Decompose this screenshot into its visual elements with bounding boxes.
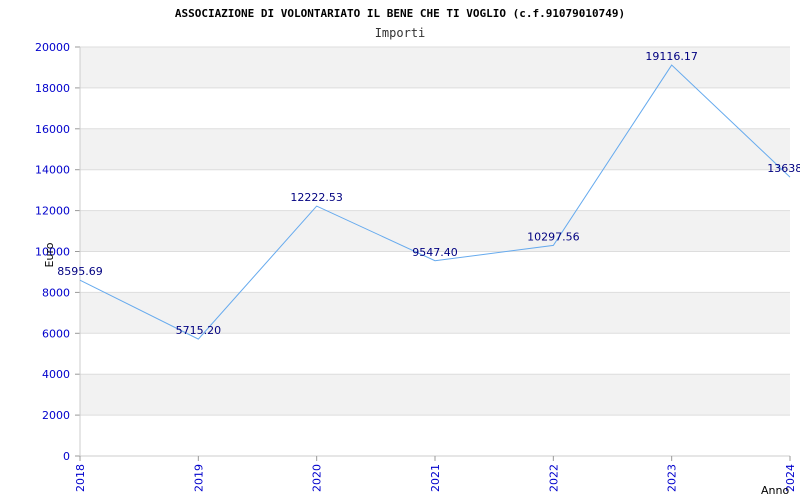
grid-band <box>80 87 790 129</box>
x-tick-label: 2021 <box>429 464 442 492</box>
x-tick-label: 2018 <box>74 464 87 492</box>
y-tick-label: 16000 <box>35 123 70 136</box>
data-label: 9547.40 <box>412 246 458 259</box>
x-tick-label: 2023 <box>666 464 679 492</box>
grid-band <box>80 128 790 170</box>
x-axis-label: Anno <box>761 484 789 497</box>
y-tick-label: 2000 <box>42 409 70 422</box>
y-tick-label: 8000 <box>42 286 70 299</box>
grid-band <box>80 169 790 211</box>
data-label: 13638.7 <box>767 162 800 175</box>
x-tick-labels: 2018 2019 2020 2021 2022 2023 2024 <box>74 456 797 492</box>
x-tick-label: 2022 <box>547 464 560 492</box>
y-axis-label: Euro <box>43 242 56 267</box>
y-tick-label: 20000 <box>35 41 70 54</box>
x-tick-label: 2020 <box>311 464 324 492</box>
y-tick-label: 12000 <box>35 205 70 218</box>
grid-band <box>80 333 790 375</box>
data-label: 10297.56 <box>527 230 580 243</box>
y-tick-label: 6000 <box>42 327 70 340</box>
data-label: 12222.53 <box>290 191 343 204</box>
grid-band <box>80 415 790 456</box>
chart-title: ASSOCIAZIONE DI VOLONTARIATO IL BENE CHE… <box>175 7 625 20</box>
y-tick-label: 0 <box>63 450 70 463</box>
data-label: 5715.20 <box>176 324 222 337</box>
chart-subtitle: Importi <box>375 26 426 40</box>
line-chart: ASSOCIAZIONE DI VOLONTARIATO IL BENE CHE… <box>35 7 800 497</box>
y-tick-label: 4000 <box>42 368 70 381</box>
y-tick-label: 14000 <box>35 164 70 177</box>
x-tick-label: 2019 <box>192 464 205 492</box>
grid-band <box>80 374 790 416</box>
data-label: 8595.69 <box>57 265 103 278</box>
y-tick-label: 18000 <box>35 82 70 95</box>
data-label: 19116.17 <box>645 50 698 63</box>
